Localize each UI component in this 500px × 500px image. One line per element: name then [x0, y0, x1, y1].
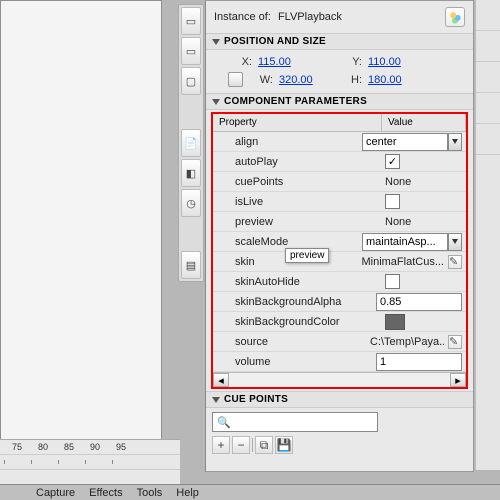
instance-row: Instance of: FLVPlayback	[206, 1, 473, 33]
timeline[interactable]: 75 80 85 90 95	[0, 439, 180, 485]
scalemode-value[interactable]	[362, 233, 448, 251]
menu-effects[interactable]: Effects	[89, 487, 122, 499]
col-value[interactable]: Value	[382, 114, 466, 131]
properties-panel: Instance of: FLVPlayback POSITION AND SI…	[205, 0, 474, 472]
section-position-size[interactable]: POSITION AND SIZE	[206, 33, 473, 50]
left-toolbar: ▭ ▭ ▢ 📄 ◧ ◷ ▤	[178, 4, 204, 282]
section-title: CUE POINTS	[224, 394, 288, 405]
right-gutter	[475, 0, 500, 470]
app-root: ▭ ▭ ▢ 📄 ◧ ◷ ▤ Instance of: FLVPlayback P…	[0, 0, 500, 500]
scroll-right-icon[interactable]: ▸	[450, 373, 466, 387]
menu-help[interactable]: Help	[176, 487, 199, 499]
search-input[interactable]: 🔍	[212, 412, 378, 432]
status-bar: Capture Effects Tools Help	[0, 484, 500, 500]
scroll-left-icon[interactable]: ◂	[213, 373, 229, 387]
row-align[interactable]: align	[213, 132, 466, 152]
timeline-ruler[interactable]: 75 80 85 90 95	[0, 440, 180, 455]
tool-btn-2[interactable]: ▭	[181, 37, 201, 65]
tool-folder-icon[interactable]: ▤	[181, 251, 201, 279]
tooltip: preview	[285, 248, 329, 263]
pos-w-value[interactable]: 320.00	[279, 74, 313, 86]
autoplay-checkbox[interactable]: ✓	[385, 154, 400, 169]
align-value[interactable]	[362, 133, 448, 151]
chevron-down-icon	[212, 39, 220, 45]
row-cuepoints[interactable]: cuePoints None	[213, 172, 466, 192]
edit-icon[interactable]	[448, 335, 462, 349]
align-dropdown[interactable]	[362, 133, 462, 151]
tool-btn-1[interactable]: ▭	[181, 7, 201, 35]
cue-search-row: 🔍	[212, 412, 467, 432]
dropdown-arrow-icon[interactable]	[448, 233, 462, 251]
dropdown-arrow-icon[interactable]	[448, 133, 462, 151]
import-icon[interactable]: ⧉	[255, 436, 273, 454]
h-scrollbar[interactable]: ◂ ▸	[213, 372, 466, 387]
skinbgalpha-input[interactable]	[376, 293, 462, 311]
row-skinbgcolor[interactable]: skinBackgroundColor	[213, 312, 466, 332]
search-icon: 🔍	[217, 416, 231, 429]
tool-clock-icon[interactable]: ◷	[181, 189, 201, 217]
component-params-table: Property Value align autoPlay ✓ cuePoint…	[211, 112, 468, 389]
edit-icon[interactable]	[448, 255, 462, 269]
row-autoplay[interactable]: autoPlay ✓	[213, 152, 466, 172]
row-islive[interactable]: isLive	[213, 192, 466, 212]
menu-tools[interactable]: Tools	[137, 487, 163, 499]
skin-value: MinimaFlatCus...	[361, 256, 444, 268]
color-swatch[interactable]	[385, 314, 405, 330]
stage-canvas[interactable]	[0, 0, 162, 442]
scalemode-dropdown[interactable]	[362, 233, 462, 251]
pos-y-value[interactable]: 110.00	[368, 56, 401, 68]
cuepoints-value: None	[385, 176, 411, 188]
section-title: POSITION AND SIZE	[224, 36, 326, 47]
pos-x-value[interactable]: 115.00	[258, 56, 291, 68]
pos-w: W:320.00	[228, 70, 338, 89]
volume-input[interactable]	[376, 353, 462, 371]
source-value: C:\Temp\Paya...	[370, 336, 444, 348]
row-source[interactable]: source C:\Temp\Paya...	[213, 332, 466, 352]
row-scalemode[interactable]: scaleMode	[213, 232, 466, 252]
preview-value: None	[385, 216, 411, 228]
section-title: COMPONENT PARAMETERS	[224, 96, 367, 107]
save-icon[interactable]: 💾	[275, 436, 293, 454]
position-size-grid: X:115.00 Y:110.00 W:320.00 H:180.00	[206, 50, 473, 93]
section-cue-points[interactable]: CUE POINTS	[206, 391, 473, 408]
link-icon[interactable]	[228, 72, 243, 87]
col-property[interactable]: Property	[213, 114, 382, 131]
row-skinautohide[interactable]: skinAutoHide	[213, 272, 466, 292]
swap-symbol-icon[interactable]	[445, 7, 465, 27]
skinautohide-checkbox[interactable]	[385, 274, 400, 289]
pos-h-value[interactable]: 180.00	[368, 74, 402, 86]
pos-y: Y:110.00	[338, 54, 448, 70]
row-skinbgalpha[interactable]: skinBackgroundAlpha	[213, 292, 466, 312]
add-button[interactable]: +	[212, 436, 230, 454]
instance-of-label: Instance of:	[214, 11, 271, 23]
row-skin[interactable]: skin MinimaFlatCus...	[213, 252, 466, 272]
row-volume[interactable]: volume	[213, 352, 466, 372]
remove-button[interactable]: −	[232, 436, 250, 454]
instance-of-value: FLVPlayback	[278, 11, 342, 23]
menu-capture[interactable]: Capture	[36, 487, 75, 499]
row-preview[interactable]: preview None	[213, 212, 466, 232]
cue-toolbar: + − ⧉ 💾	[212, 436, 467, 454]
chevron-down-icon	[212, 99, 220, 105]
chevron-down-icon	[212, 397, 220, 403]
table-header: Property Value	[213, 114, 466, 132]
tool-btn-3[interactable]: ▢	[181, 67, 201, 95]
tool-library-icon[interactable]: 📄	[181, 129, 201, 157]
tool-swatch-icon[interactable]: ◧	[181, 159, 201, 187]
pos-x: X:115.00	[228, 54, 338, 70]
section-component-params[interactable]: COMPONENT PARAMETERS	[206, 93, 473, 110]
islive-checkbox[interactable]	[385, 194, 400, 209]
pos-h: H:180.00	[338, 70, 448, 89]
